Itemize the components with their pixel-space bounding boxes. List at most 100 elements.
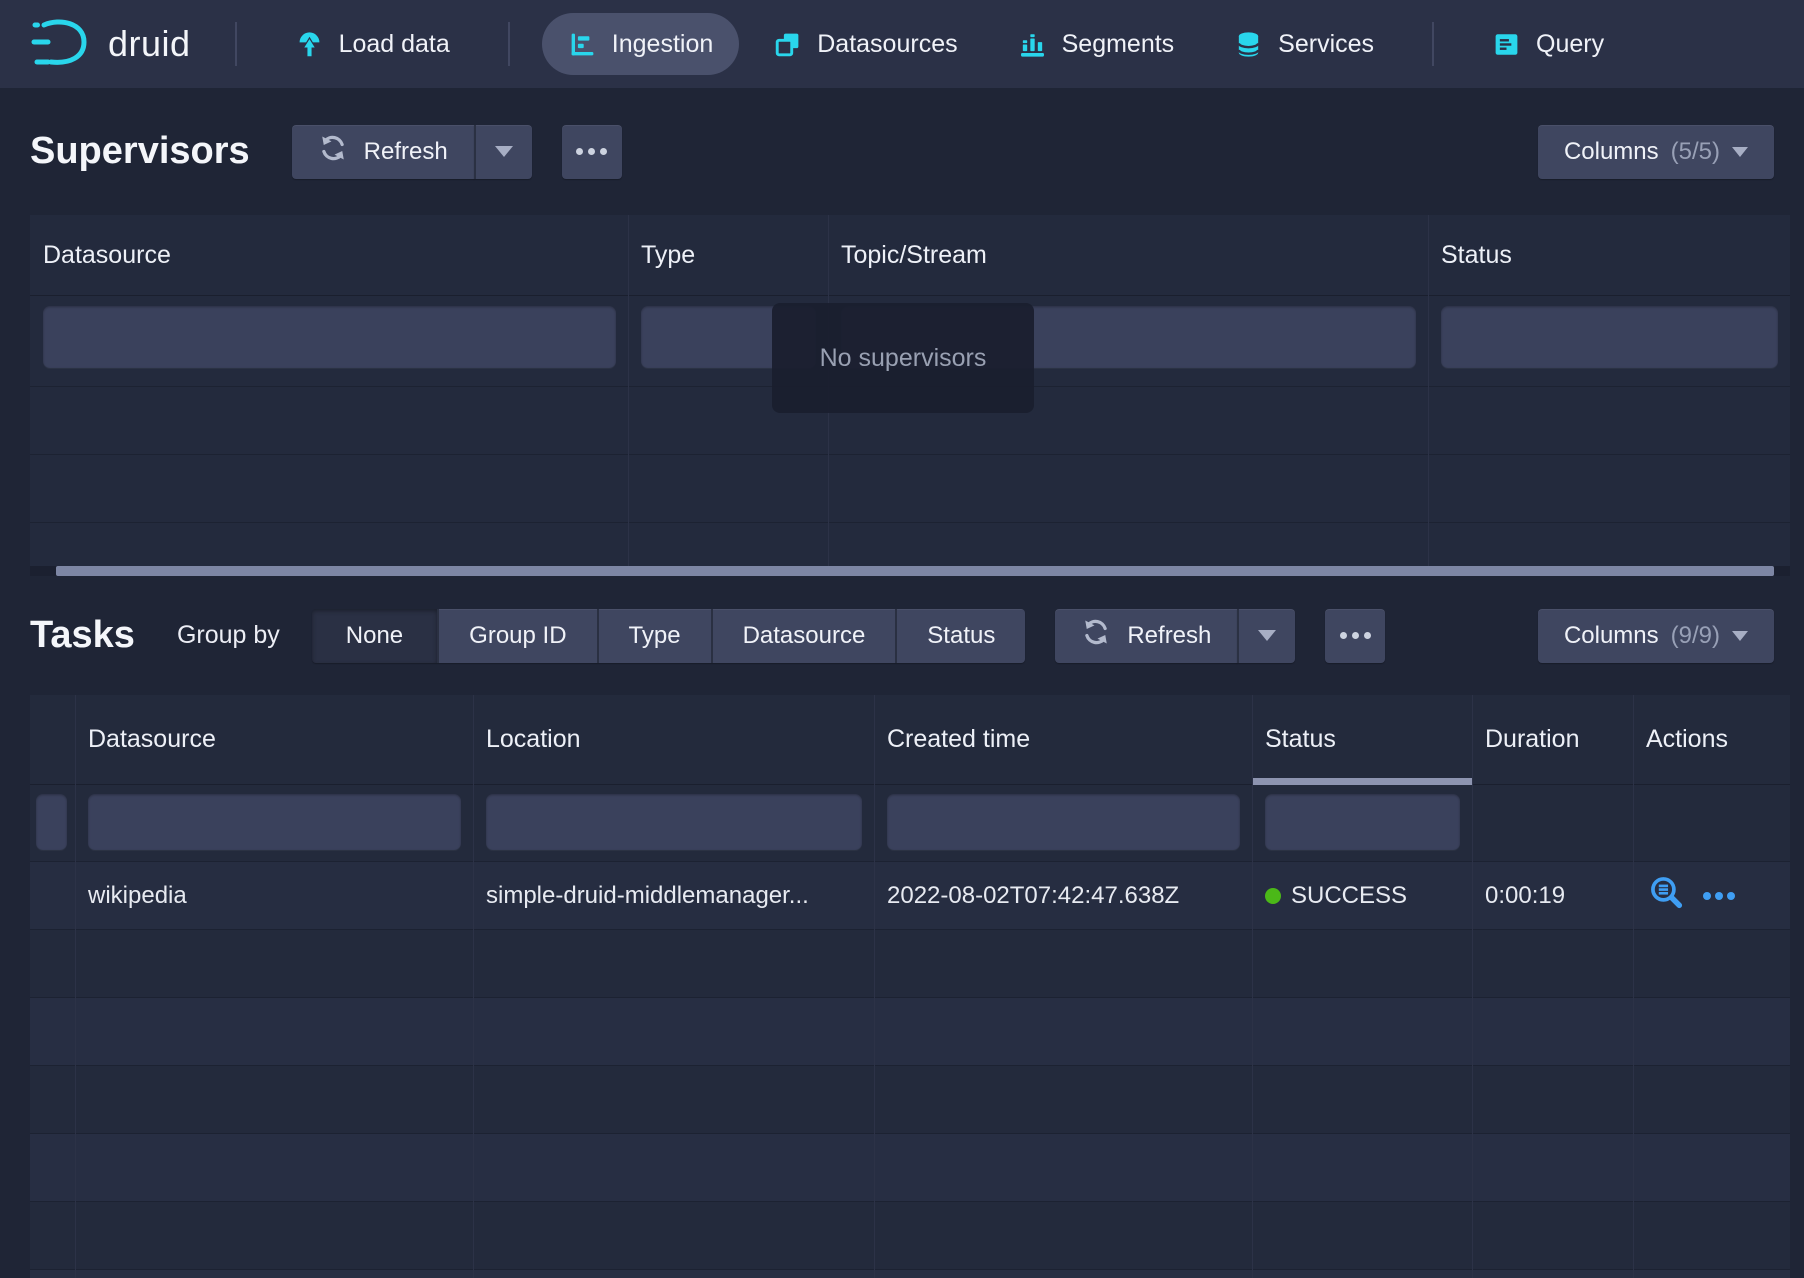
supervisors-empty-rows <box>30 387 1790 566</box>
columns-count: (9/9) <box>1671 622 1720 650</box>
column-divider <box>874 695 875 1278</box>
sort-indicator <box>1252 778 1472 785</box>
refresh-split-button: Refresh <box>1055 609 1295 663</box>
nav-item-services[interactable]: Services <box>1208 13 1400 75</box>
cell-status: SUCCESS <box>1252 862 1472 929</box>
column-header-datasource[interactable]: Datasource <box>30 215 628 295</box>
task-details-icon[interactable] <box>1648 874 1685 918</box>
chevron-down-icon <box>1732 631 1748 641</box>
group-by-label: Group by <box>177 621 280 650</box>
nav-divider <box>1432 22 1434 66</box>
tasks-header-row: Datasource Location Created time Status … <box>30 695 1790 785</box>
empty-row <box>30 1202 1790 1270</box>
column-divider <box>1472 695 1473 1278</box>
column-divider <box>1428 215 1429 566</box>
nav-divider <box>508 22 510 66</box>
filter-input-datasource[interactable] <box>43 306 616 368</box>
tasks-refresh-button[interactable]: Refresh <box>1055 609 1237 663</box>
columns-label: Columns <box>1564 622 1659 650</box>
druid-logo[interactable]: druid <box>30 17 191 72</box>
chevron-down-icon <box>1732 147 1748 157</box>
cell-created-time: 2022-08-02T07:42:47.638Z <box>874 862 1252 929</box>
group-by-type-button[interactable]: Type <box>599 609 713 663</box>
brand-name: druid <box>108 23 191 65</box>
column-header-datasource[interactable]: Datasource <box>75 695 473 784</box>
druid-logo-icon <box>30 17 96 72</box>
refresh-dropdown-button[interactable] <box>474 125 532 179</box>
cell-datasource: wikipedia <box>75 862 473 929</box>
column-header-status[interactable]: Status <box>1428 215 1790 295</box>
filter-input-location[interactable] <box>486 794 862 850</box>
nav-item-ingestion[interactable]: Ingestion <box>542 13 739 75</box>
tasks-columns-button[interactable]: Columns (9/9) <box>1538 609 1774 663</box>
filter-input-partial[interactable] <box>36 794 67 850</box>
datasources-icon <box>773 30 802 59</box>
top-nav: druid Load data Ingestion <box>0 0 1804 88</box>
nav-divider <box>235 22 237 66</box>
nav-item-query[interactable]: Query <box>1466 13 1630 75</box>
column-header-duration[interactable]: Duration <box>1472 695 1633 784</box>
column-divider <box>473 695 474 1278</box>
tasks-table: Datasource Location Created time Status … <box>30 695 1790 1278</box>
chevron-down-icon <box>1258 630 1276 641</box>
refresh-label: Refresh <box>364 138 448 166</box>
nav-item-label: Load data <box>339 30 450 59</box>
horizontal-scrollbar[interactable] <box>56 566 1774 576</box>
tasks-refresh-dropdown-button[interactable] <box>1237 609 1295 663</box>
columns-count: (5/5) <box>1671 138 1720 166</box>
column-header-type[interactable]: Type <box>628 215 828 295</box>
table-row[interactable]: wikipedia simple-druid-middlemanager... … <box>30 862 1790 930</box>
group-by-button-group: None Group ID Type Datasource Status <box>312 609 1026 663</box>
column-divider <box>1633 695 1634 1278</box>
empty-row <box>30 1134 1790 1202</box>
chevron-down-icon <box>495 146 513 157</box>
nav-item-datasources[interactable]: Datasources <box>747 13 983 75</box>
supervisors-table: Datasource Type Topic/Stream Status No s… <box>30 215 1790 576</box>
nav-item-label: Ingestion <box>612 30 713 59</box>
refresh-label: Refresh <box>1127 622 1211 650</box>
empty-row <box>30 455 1790 523</box>
columns-label: Columns <box>1564 138 1659 166</box>
column-divider <box>628 215 629 566</box>
horizontal-scrollbar-track[interactable] <box>30 566 1790 576</box>
column-header-topic-stream[interactable]: Topic/Stream <box>828 215 1428 295</box>
segments-icon <box>1018 30 1047 59</box>
group-by-none-button[interactable]: None <box>312 609 439 663</box>
cell-actions <box>1633 862 1790 929</box>
supervisors-section-bar: Supervisors Refresh Columns <box>0 88 1804 215</box>
more-icon <box>1340 632 1347 639</box>
status-dot <box>1265 888 1281 904</box>
filter-input-datasource[interactable] <box>88 794 461 850</box>
services-icon <box>1234 30 1263 59</box>
cell-duration: 0:00:19 <box>1472 862 1633 929</box>
column-divider <box>75 695 76 1278</box>
empty-state: No supervisors <box>772 303 1034 413</box>
nav-item-label: Datasources <box>817 30 957 59</box>
nav-item-label: Query <box>1536 30 1604 59</box>
column-header-created-time[interactable]: Created time <box>874 695 1252 784</box>
column-header-spacer <box>30 695 75 784</box>
upload-icon <box>295 30 324 59</box>
row-more-actions-icon[interactable] <box>1703 892 1735 900</box>
nav-item-segments[interactable]: Segments <box>992 13 1201 75</box>
empty-row <box>30 1066 1790 1134</box>
filter-input-status[interactable] <box>1441 306 1778 368</box>
section-title-tasks: Tasks <box>30 614 135 657</box>
supervisors-header-row: Datasource Type Topic/Stream Status <box>30 215 1790 296</box>
group-by-status-button[interactable]: Status <box>897 609 1025 663</box>
columns-button[interactable]: Columns (5/5) <box>1538 125 1774 179</box>
filter-input-status[interactable] <box>1265 794 1460 850</box>
empty-state-message: No supervisors <box>820 344 987 373</box>
more-button[interactable] <box>562 125 622 179</box>
filter-input-created-time[interactable] <box>887 794 1240 850</box>
column-header-location[interactable]: Location <box>473 695 874 784</box>
column-header-actions[interactable]: Actions <box>1633 695 1790 784</box>
column-header-status[interactable]: Status <box>1252 695 1472 784</box>
group-by-datasource-button[interactable]: Datasource <box>713 609 898 663</box>
group-by-group-id-button[interactable]: Group ID <box>439 609 598 663</box>
refresh-button[interactable]: Refresh <box>292 125 474 179</box>
tasks-more-button[interactable] <box>1325 609 1385 663</box>
more-icon <box>576 148 583 155</box>
refresh-icon <box>318 133 348 170</box>
nav-item-load-data[interactable]: Load data <box>269 13 476 75</box>
